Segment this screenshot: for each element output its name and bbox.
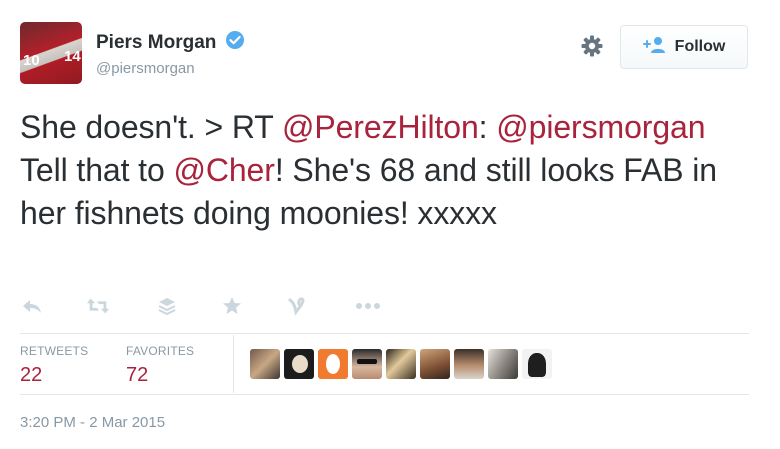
user-name[interactable]: Piers Morgan [96,32,216,54]
follow-button[interactable]: Follow [620,25,748,69]
favoriter-avatar[interactable] [420,349,450,379]
retweets-stat[interactable]: RETWEETS 22 [20,344,88,387]
jersey-number-left: 10 [23,52,40,69]
tweet-text-segment: She doesn't. > RT [20,109,282,145]
stack-icon[interactable] [155,294,179,318]
add-user-icon [642,36,667,59]
vine-icon[interactable] [285,294,309,318]
verified-badge-icon [225,30,245,55]
mention-link-cher[interactable]: @Cher [173,152,274,188]
tweet-timestamp[interactable]: 3:20 PM - 2 Mar 2015 [20,414,165,431]
tweet-card: 10 14 Piers Morgan @piersmorgan Follow S… [0,0,780,449]
favoriter-avatar[interactable] [352,349,382,379]
favoriter-avatar[interactable] [522,349,552,379]
jersey-number-right: 14 [64,48,81,65]
retweets-count: 22 [20,364,43,386]
gear-icon[interactable] [580,34,604,58]
favorite-icon[interactable] [220,294,244,318]
favorites-label: FAVORITES [126,344,195,358]
stats-top-divider [20,333,749,334]
tweet-text-segment: Tell that to [20,152,174,188]
user-avatar[interactable]: 10 14 [20,22,82,84]
stats-separator [233,335,234,393]
favoriter-avatar[interactable] [386,349,416,379]
retweet-icon[interactable] [86,294,110,318]
stats-bottom-divider [20,394,749,395]
favorites-stat[interactable]: FAVORITES 72 [126,344,194,387]
favoriter-avatars [250,349,552,379]
follow-button-label: Follow [674,38,726,55]
favorites-count: 72 [126,364,149,386]
user-handle[interactable]: @piersmorgan [96,60,245,77]
tweet-text-segment: : [478,109,497,145]
mention-link-piersmorgan[interactable]: @piersmorgan [496,109,705,145]
mention-link-perezhilton[interactable]: @PerezHilton [282,109,479,145]
favoriter-avatar[interactable] [454,349,484,379]
tweet-text: She doesn't. > RT @PerezHilton: @piersmo… [20,106,760,235]
more-icon[interactable] [353,294,383,318]
user-identity[interactable]: Piers Morgan @piersmorgan [96,30,245,77]
favoriter-avatar[interactable] [488,349,518,379]
reply-icon[interactable] [20,294,44,318]
favoriter-avatar[interactable] [250,349,280,379]
favoriter-avatar[interactable] [284,349,314,379]
favoriter-avatar[interactable] [318,349,348,379]
retweets-label: RETWEETS [20,344,89,358]
